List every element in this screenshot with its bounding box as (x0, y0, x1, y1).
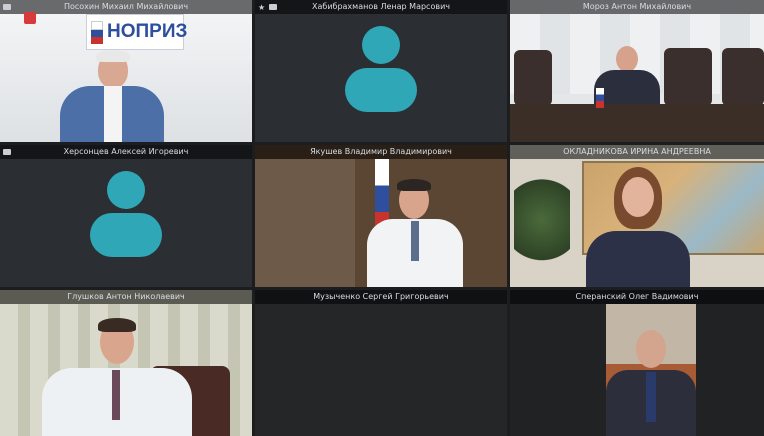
participant-video-figure (42, 318, 192, 436)
participant-tile[interactable]: Якушев Владимир Владимирович (255, 145, 507, 287)
star-icon[interactable]: ★ (258, 3, 265, 12)
participant-tile[interactable]: ОКЛАДНИКОВА ИРИНА АНДРЕЕВНА (510, 145, 764, 287)
camera-icon[interactable] (3, 149, 11, 155)
wall-panel (255, 159, 355, 287)
participant-name: Сперанский Олег Вадимович (510, 290, 764, 304)
user-avatar-icon (86, 169, 166, 261)
camera-icon[interactable] (3, 4, 11, 10)
video-conference-grid: НОПРИЗ Посохин Михаил Михайлович Хабибра… (0, 0, 764, 436)
plant (514, 175, 570, 287)
tile-toolbar: ★ (258, 0, 278, 14)
participant-tile[interactable]: НОПРИЗ Посохин Михаил Михайлович (0, 0, 252, 142)
participant-name: Херсонцев Алексей Игоревич (0, 145, 252, 159)
participant-tile[interactable]: Мороз Антон Михайлович (510, 0, 764, 142)
desk (510, 104, 764, 142)
participant-video-figure (606, 330, 696, 436)
participant-name: ОКЛАДНИКОВА ИРИНА АНДРЕЕВНА (510, 145, 764, 159)
tile-toolbar (3, 145, 11, 159)
user-avatar-icon (341, 24, 421, 116)
participant-name: Хабибрахманов Ленар Марсович (255, 0, 507, 14)
participant-name: Музыченко Сергей Григорьевич (255, 290, 507, 304)
chair (514, 50, 552, 106)
participant-video-figure (60, 50, 164, 142)
participant-video-figure (367, 179, 463, 287)
chair (664, 48, 712, 106)
russian-flag (596, 88, 604, 108)
participant-tile[interactable]: Херсонцев Алексей Игоревич (0, 145, 252, 287)
tile-toolbar (3, 0, 11, 14)
mic-muted-icon[interactable] (24, 12, 36, 24)
nopriz-logo: НОПРИЗ (86, 14, 187, 50)
participant-tile[interactable]: Сперанский Олег Вадимович (510, 290, 764, 436)
participant-tile[interactable]: Глушков Антон Николаевич (0, 290, 252, 436)
chair (722, 48, 764, 106)
camera-icon[interactable] (269, 4, 278, 10)
participant-video-figure (586, 167, 690, 287)
participant-name: Посохин Михаил Михайлович (0, 0, 252, 14)
participant-name: Глушков Антон Николаевич (0, 290, 252, 304)
participant-tile[interactable]: Хабибрахманов Ленар Марсович ★ (255, 0, 507, 142)
participant-name: Якушев Владимир Владимирович (255, 145, 507, 159)
participant-tile[interactable]: Музыченко Сергей Григорьевич (255, 290, 507, 436)
participant-name: Мороз Антон Михайлович (510, 0, 764, 14)
